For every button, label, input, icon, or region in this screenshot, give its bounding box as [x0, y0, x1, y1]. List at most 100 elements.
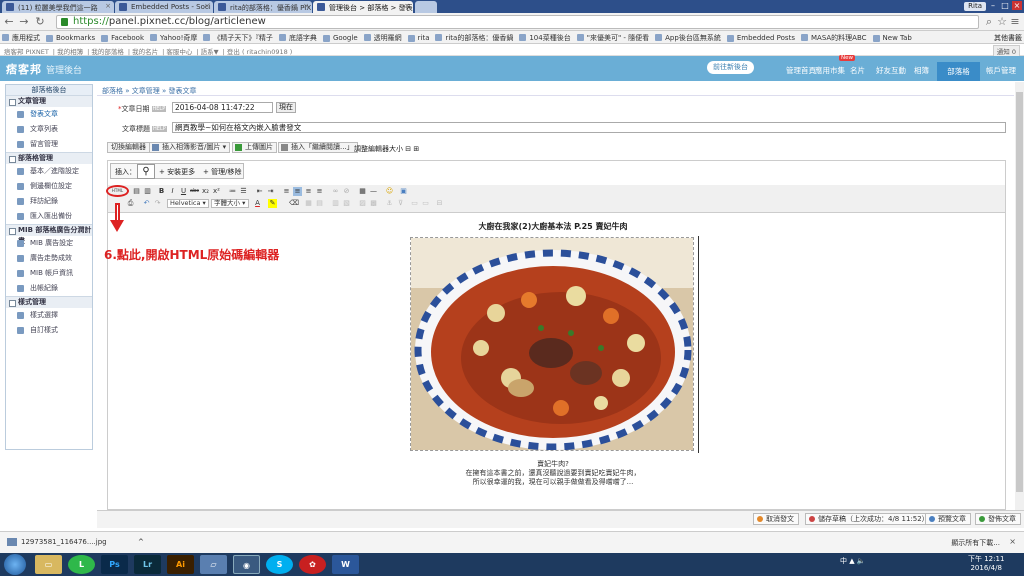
now-button[interactable]: 現在	[276, 102, 296, 113]
download-item[interactable]: 12973581_116476....jpg	[3, 535, 133, 549]
bookmark[interactable]: 應用程式	[0, 31, 44, 43]
browser-tab-active[interactable]: 管理後台 > 部落格 > 發表 ×	[313, 1, 413, 13]
bookmark[interactable]: 《精子天下》『精子	[201, 31, 277, 43]
paste-text-icon[interactable]: ▥	[143, 187, 152, 196]
map-pin-icon[interactable]: ⚲	[137, 164, 155, 179]
logout-link[interactable]: 登出 ( ritachin0918 )	[227, 48, 292, 56]
back-icon[interactable]: ←	[3, 16, 15, 28]
install-more-button[interactable]: + 安裝更多	[159, 167, 195, 177]
search-icon[interactable]: ⌕	[983, 16, 995, 28]
new-tab-button[interactable]	[415, 1, 437, 13]
text-color-icon[interactable]: A	[253, 199, 262, 208]
table-merge-icon[interactable]: ▥	[331, 199, 340, 208]
sidebar-item-comments[interactable]: 留言管理	[6, 137, 92, 152]
help-badge[interactable]: HELP	[152, 126, 167, 132]
switch-editor-button[interactable]: 切換編輯器	[107, 142, 150, 153]
start-button[interactable]	[4, 554, 26, 575]
explorer-icon[interactable]: ▭	[35, 555, 62, 574]
highlight-color-icon[interactable]: ✎	[268, 199, 277, 208]
sidebar-group-article[interactable]: 文章管理	[6, 95, 92, 107]
italic-icon[interactable]: I	[168, 187, 177, 196]
reload-icon[interactable]: ↻	[34, 16, 46, 28]
font-size-select[interactable]: 字體大小 ▾	[211, 199, 249, 208]
star-icon[interactable]: ☆	[996, 16, 1008, 28]
title-field[interactable]: 網頁教學~如何在格文內嵌入臉書發文	[172, 122, 1006, 133]
sidebar-item-backup[interactable]: 匯入匯出備份	[6, 209, 92, 224]
bookmark[interactable]: Embedded Posts	[725, 32, 799, 43]
toplink[interactable]: 我的相簿	[57, 48, 83, 56]
undo-icon[interactable]: ↶	[142, 199, 151, 208]
toplink[interactable]: 我的部落格	[91, 48, 124, 56]
system-tray[interactable]: 中 ▲ 🔈	[840, 556, 866, 566]
page-break-icon[interactable]: ⊟	[435, 199, 444, 208]
html-source-button[interactable]: HTML	[106, 185, 129, 197]
strikethrough-icon[interactable]: abc	[190, 187, 199, 196]
scrollbar-thumb[interactable]	[1016, 92, 1023, 492]
sidebar-item-settings[interactable]: 基本／進階設定	[6, 164, 92, 179]
insert-read-more-button[interactable]: 插入「繼續閱讀...」	[278, 142, 358, 153]
bookmark[interactable]: Yahoo!奇摩	[148, 31, 201, 43]
fullscreen-icon[interactable]: ▭	[410, 199, 419, 208]
chrome-icon[interactable]: ◉	[233, 555, 260, 574]
close-tab-icon[interactable]: ×	[303, 2, 309, 10]
align-center-icon[interactable]: ≡	[293, 187, 302, 196]
toplink[interactable]: 客服中心	[166, 48, 192, 56]
sidebar-item-ad-performance[interactable]: 廣告走勢成效	[6, 251, 92, 266]
align-justify-icon[interactable]: ≡	[315, 187, 324, 196]
visual-aid-icon[interactable]: ▭	[421, 199, 430, 208]
show-all-downloads[interactable]: 顯示所有下載...	[951, 538, 1000, 548]
image-insert-icon[interactable]: ▣	[399, 187, 408, 196]
app-icon[interactable]: ✿	[299, 555, 326, 574]
bookmark[interactable]: Google	[321, 32, 362, 43]
close-download-bar-icon[interactable]: ×	[1009, 537, 1016, 546]
font-family-select[interactable]: Helvetica ▾	[167, 199, 209, 208]
sidebar-item-custom-style[interactable]: 自訂樣式	[6, 323, 92, 338]
sidebar-item-post-list[interactable]: 文章列表	[6, 122, 92, 137]
bookmark[interactable]: MASA的料理ABC	[799, 31, 871, 43]
table-row-icon[interactable]: ▤	[315, 199, 324, 208]
filter-icon[interactable]: ⊽	[396, 199, 405, 208]
redo-icon[interactable]: ↷	[153, 199, 162, 208]
superscript-icon[interactable]: x²	[212, 187, 221, 196]
emoticon-icon[interactable]: ☺	[385, 187, 394, 196]
nav-namecard[interactable]: 名片	[850, 65, 865, 76]
close-window-icon[interactable]: ×	[1012, 1, 1022, 10]
bold-icon[interactable]: B	[157, 187, 166, 196]
post-caption[interactable]: 賣妃牛肉? 在擁有這本書之前，還真沒聽說過要到賣妃吃賣妃牛肉， 所以很幸運的我，…	[408, 460, 698, 487]
bookmark[interactable]: App後台區無系統	[653, 31, 725, 43]
language-select[interactable]: 語系▼	[201, 48, 219, 56]
outdent-icon[interactable]: ⇤	[255, 187, 264, 196]
sidebar-item-theme[interactable]: 樣式選擇	[6, 308, 92, 323]
bullet-list-icon[interactable]: ☰	[239, 187, 248, 196]
upload-image-button[interactable]: 上傳圖片	[232, 142, 277, 153]
resize-editor-control[interactable]: 調整編輯器大小 ⊟ ⊞	[354, 144, 419, 154]
link-icon[interactable]: ∞	[331, 187, 340, 196]
sidebar-group-mib[interactable]: MIB 部落格廣告分潤計畫	[6, 224, 92, 245]
preview-button[interactable]: 預覽文章	[925, 513, 971, 525]
table-delete-icon[interactable]: ▩	[369, 199, 378, 208]
nav-blog[interactable]: 部落格	[937, 62, 980, 81]
other-bookmarks[interactable]: 其他書籤	[994, 31, 1022, 43]
sidebar-item-visits[interactable]: 拜訪紀錄	[6, 194, 92, 209]
close-tab-icon[interactable]: ×	[404, 2, 410, 10]
breadcrumb-item[interactable]: 文章管理	[132, 87, 160, 95]
notes-icon[interactable]: ▱	[200, 555, 227, 574]
sidebar-group-style[interactable]: 樣式管理	[6, 296, 92, 308]
sidebar-item-mib-account[interactable]: MIB 帳戶資訊	[6, 266, 92, 281]
skype-icon[interactable]: S	[266, 555, 293, 574]
bookmark[interactable]: 透明羅網	[362, 31, 406, 43]
bookmark[interactable]: rita的部落格：優香鍋	[433, 31, 517, 43]
underline-icon[interactable]: U	[179, 187, 188, 196]
sidebar-group-blog[interactable]: 部落格管理	[6, 152, 92, 164]
sidebar-item-payout[interactable]: 出帳紀錄	[6, 281, 92, 296]
indent-icon[interactable]: ⇥	[266, 187, 275, 196]
horizontal-rule-icon[interactable]: —	[369, 187, 378, 196]
line-app-icon[interactable]: L	[68, 555, 95, 574]
align-left-icon[interactable]: ≡	[282, 187, 291, 196]
browser-tab[interactable]: Embedded Posts - Soci ×	[115, 1, 213, 13]
profile-chip[interactable]: Rita	[964, 2, 986, 11]
sidebar-item-new-post[interactable]: 發表文章	[6, 107, 92, 122]
nav-dashboard[interactable]: 管理首頁	[786, 65, 816, 76]
numbered-list-icon[interactable]: ≔	[228, 187, 237, 196]
manage-plugins-button[interactable]: + 管理/移除	[203, 167, 241, 177]
